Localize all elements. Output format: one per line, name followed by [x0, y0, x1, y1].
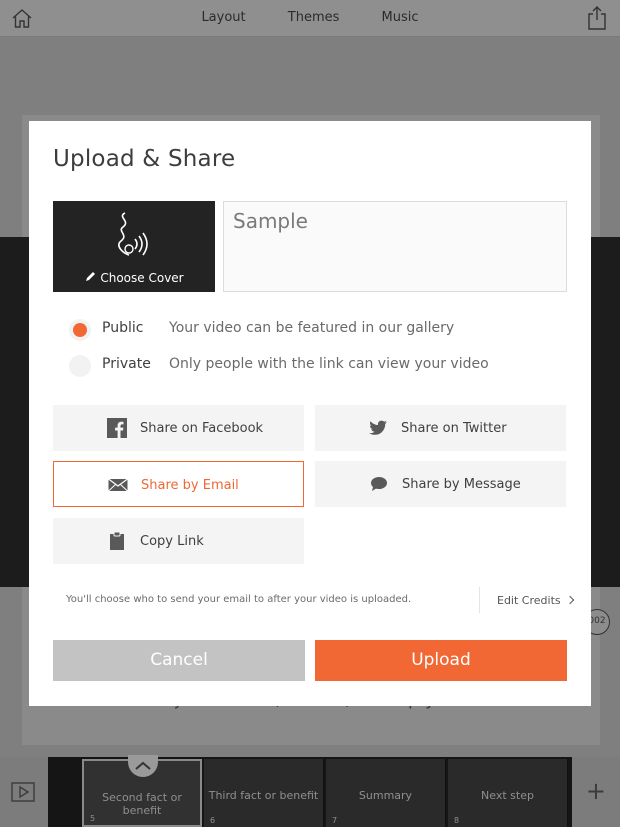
private-radio[interactable] — [69, 355, 91, 377]
video-title-field[interactable] — [223, 201, 567, 292]
email-note: You'll choose who to send your email to … — [66, 594, 412, 605]
top-bar: Layout Themes Music — [0, 0, 620, 37]
card-number: 5 — [90, 814, 96, 823]
card-number: 7 — [332, 816, 338, 825]
envelope-icon — [108, 478, 128, 492]
card-label: Summary — [358, 789, 413, 802]
card-label: Second fact or benefit — [102, 791, 182, 817]
timeline-card[interactable]: Third fact or benefit 6 — [204, 759, 324, 827]
choose-cover-label: Choose Cover — [53, 271, 215, 285]
timeline-card[interactable]: Summary 7 — [326, 759, 446, 827]
add-slide-icon[interactable]: + — [586, 777, 606, 805]
share-twitter-button[interactable]: Share on Twitter — [315, 405, 566, 451]
share-icon[interactable] — [586, 5, 608, 31]
timeline-card[interactable]: Next step 8 — [448, 759, 568, 827]
timeline-strip: Second fact or benefit 5 Third fact or b… — [48, 755, 572, 827]
facebook-icon — [107, 418, 127, 438]
nav-themes[interactable]: Themes — [288, 10, 340, 25]
private-label: Private — [102, 356, 151, 372]
upload-share-dialog: Upload & Share Choose Cover Public Your … — [29, 121, 591, 706]
privacy-private-option[interactable]: Private Only people with the link can vi… — [69, 354, 569, 378]
card-label: Third fact or benefit — [208, 789, 319, 802]
pencil-icon — [86, 272, 96, 281]
copy-link-button[interactable]: Copy Link — [53, 518, 304, 564]
clipboard-icon — [110, 531, 124, 550]
share-facebook-label: Share on Facebook — [140, 420, 264, 436]
top-nav: Layout Themes Music — [0, 10, 620, 25]
cancel-button[interactable]: Cancel — [53, 640, 305, 681]
timeline: Second fact or benefit 5 Third fact or b… — [0, 755, 620, 827]
preview-play-icon[interactable] — [10, 779, 36, 805]
timeline-card[interactable]: Second fact or benefit 5 — [82, 755, 202, 827]
chat-bubble-icon — [371, 477, 387, 491]
video-title-input[interactable] — [224, 202, 566, 240]
card-label: Next step — [481, 789, 534, 802]
public-label: Public — [102, 320, 144, 336]
share-message-label: Share by Message — [402, 476, 521, 492]
card-number: 6 — [210, 816, 216, 825]
privacy-public-option[interactable]: Public Your video can be featured in our… — [69, 318, 569, 342]
video-logo-icon — [118, 212, 148, 256]
choose-cover-text: Choose Cover — [100, 271, 184, 285]
nav-music[interactable]: Music — [382, 10, 419, 25]
share-email-button[interactable]: Share by Email — [53, 461, 304, 507]
edit-credits-link[interactable]: Edit Credits — [497, 594, 574, 607]
nav-layout[interactable]: Layout — [201, 10, 245, 25]
copy-link-label: Copy Link — [140, 533, 204, 549]
public-radio[interactable] — [69, 319, 91, 341]
share-email-label: Share by Email — [141, 477, 239, 493]
chevron-right-icon — [565, 595, 574, 605]
share-message-button[interactable]: Share by Message — [315, 461, 566, 507]
upload-button[interactable]: Upload — [315, 640, 567, 681]
share-facebook-button[interactable]: Share on Facebook — [53, 405, 304, 451]
twitter-icon — [369, 420, 387, 435]
dialog-title: Upload & Share — [53, 146, 236, 172]
edit-credits-label: Edit Credits — [497, 594, 561, 607]
card-number: 8 — [454, 816, 460, 825]
divider — [479, 587, 480, 613]
share-twitter-label: Share on Twitter — [401, 420, 507, 436]
private-description: Only people with the link can view your … — [169, 356, 489, 372]
choose-cover-button[interactable]: Choose Cover — [53, 201, 215, 292]
public-description: Your video can be featured in our galler… — [169, 320, 455, 336]
chevron-up-icon[interactable] — [128, 755, 158, 777]
